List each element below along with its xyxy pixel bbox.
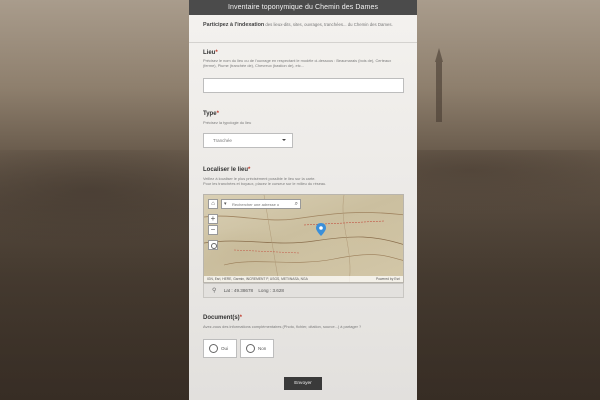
lat-label: Lat : <box>223 288 233 293</box>
map-attribution-text: IGN, Esri, HERE, Garmin, INCREMENT P, US… <box>207 277 308 281</box>
radio-option-non[interactable]: Non <box>240 339 274 358</box>
map-pin-icon[interactable] <box>316 223 326 236</box>
documents-help: Avez-vous des informations complémentair… <box>203 324 362 329</box>
radio-option-oui[interactable]: Oui <box>203 339 237 358</box>
localiser-required-mark: * <box>248 167 251 173</box>
lat-value: 49.38678 <box>233 288 254 293</box>
location-map[interactable]: ⌂ ▾ ⌕ + − IGN, Esri, HERE, Garmin, INCRE… <box>203 194 404 283</box>
form-panel: Inventaire toponymique du Chemin des Dam… <box>189 0 417 400</box>
submit-button[interactable]: Envoyer <box>284 377 322 390</box>
localiser-label: Localiser le lieu* <box>203 167 250 173</box>
home-icon[interactable]: ⌂ <box>208 199 218 209</box>
intro-lead: Participez à l'indexation <box>203 22 265 28</box>
type-label-text: Type <box>203 111 217 117</box>
long-value: 3.628 <box>272 288 284 293</box>
lieu-input[interactable] <box>203 78 404 93</box>
lieu-label-text: Lieu <box>203 50 216 56</box>
documents-label: Document(s)* <box>203 315 242 321</box>
map-search-box[interactable]: ▾ ⌕ <box>221 199 301 209</box>
radio-circle-icon <box>209 344 218 353</box>
location-pin-icon: ⚲ <box>212 288 217 294</box>
documents-required-mark: * <box>239 315 243 321</box>
type-required-mark: * <box>216 111 219 117</box>
long-label: Long : <box>258 288 272 293</box>
background-church-spire <box>435 48 443 122</box>
form-header-title: Inventaire toponymique du Chemin des Dam… <box>189 0 417 15</box>
radio-label-non: Non <box>258 346 267 351</box>
localiser-help-line2: Pour les tranchées et boyaux, placez le … <box>203 181 327 186</box>
zoom-in-button[interactable]: + <box>208 214 218 224</box>
documents-label-text: Document(s) <box>203 315 240 321</box>
map-attribution: IGN, Esri, HERE, Garmin, INCREMENT P, US… <box>204 276 403 282</box>
type-select[interactable]: Tranchée <box>203 133 293 148</box>
radio-circle-icon <box>246 344 255 353</box>
type-select-value: Tranchée <box>213 138 232 143</box>
powered-by-esri[interactable]: Powered by Esri <box>376 276 400 282</box>
type-help: Précisez la typologie du lieu <box>203 120 252 125</box>
lieu-label: Lieu* <box>203 50 218 56</box>
intro-divider <box>189 42 417 43</box>
search-source-dropdown[interactable]: ▾ <box>224 200 227 208</box>
radio-label-oui: Oui <box>221 346 229 351</box>
localiser-label-text: Localiser le lieu <box>203 167 249 173</box>
type-label: Type* <box>203 111 219 117</box>
lieu-required-mark: * <box>215 50 218 56</box>
chevron-down-icon <box>282 139 286 141</box>
zoom-out-button[interactable]: − <box>208 225 218 235</box>
search-icon[interactable]: ⌕ <box>295 200 298 208</box>
lieu-help: Précisez le nom du lieu ou de l'ouvrage … <box>203 58 392 69</box>
intro-text: Participez à l'indexation des lieux-dits… <box>189 15 417 29</box>
intro-rest: des lieux-dits, sites, ouvrages, tranché… <box>264 22 393 27</box>
locate-icon[interactable] <box>208 240 218 250</box>
coordinates-readout: ⚲ Lat : 49.38678 Long : 3.628 <box>203 283 404 298</box>
map-search-input[interactable] <box>232 201 290 208</box>
